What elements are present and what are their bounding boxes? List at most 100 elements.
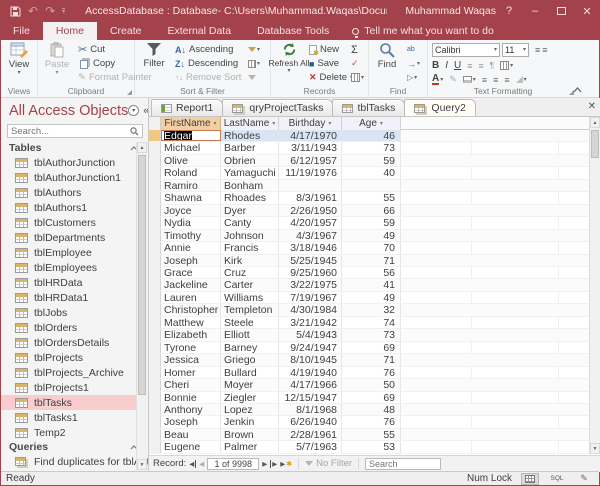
row-selector[interactable]: [149, 416, 161, 427]
cell-birthday[interactable]: 5/25/1945: [279, 255, 342, 266]
replace-button[interactable]: ab: [407, 43, 420, 56]
cell-birthday[interactable]: [279, 180, 342, 191]
row-selector[interactable]: [149, 180, 161, 191]
cell-age[interactable]: 49: [342, 292, 401, 303]
cell-birthday[interactable]: 3/11/1943: [279, 142, 342, 153]
cell-age[interactable]: [342, 180, 401, 191]
last-record-icon[interactable]: ▶: [270, 460, 277, 468]
indent-increase-icon[interactable]: ≡: [479, 61, 484, 71]
nav-scrollbar-thumb[interactable]: [138, 155, 146, 395]
row-selector[interactable]: [149, 217, 161, 228]
row-selector[interactable]: [149, 304, 161, 315]
first-record-icon[interactable]: ◀: [189, 460, 196, 468]
cell-age[interactable]: 74: [342, 317, 401, 328]
select-button[interactable]: ▷▾: [407, 71, 420, 84]
table-row[interactable]: Nydia Canty 4/20/1957 59: [149, 217, 589, 229]
bold-button[interactable]: B: [432, 60, 439, 71]
table-row[interactable]: Joyce Dyer 2/26/1950 66: [149, 205, 589, 217]
cell-firstname[interactable]: Edgar: [161, 130, 221, 141]
scroll-down-icon[interactable]: ▼: [590, 443, 600, 454]
cell-lastname[interactable]: Palmer: [221, 441, 279, 452]
previous-record-icon[interactable]: ◀: [199, 460, 204, 468]
background-color-button[interactable]: ▾: [463, 76, 476, 83]
nav-item[interactable]: tblCustomers: [1, 215, 137, 230]
cell-lastname[interactable]: Cruz: [221, 267, 279, 278]
cell-firstname[interactable]: Bonnie: [161, 392, 221, 403]
new-record-icon[interactable]: ▶✱: [280, 460, 292, 468]
document-tab[interactable]: Report1: [151, 99, 223, 116]
undo-icon[interactable]: ↶: [28, 5, 38, 17]
nav-section-queries[interactable]: Queries: [1, 440, 148, 454]
ribbon-tab[interactable]: File: [0, 22, 43, 40]
row-selector[interactable]: [149, 130, 161, 141]
cell-birthday[interactable]: 8/1/1968: [279, 404, 342, 415]
cell-lastname[interactable]: Griego: [221, 354, 279, 365]
cell-birthday[interactable]: 4/20/1957: [279, 217, 342, 228]
cell-lastname[interactable]: Templeton: [221, 304, 279, 315]
table-row[interactable]: Tyrone Barney 9/24/1947 69: [149, 342, 589, 354]
cell-firstname[interactable]: Timothy: [161, 230, 221, 241]
cell-firstname[interactable]: Annie: [161, 242, 221, 253]
cell-firstname[interactable]: Anthony: [161, 404, 221, 415]
scroll-down-icon[interactable]: ▼: [137, 459, 147, 470]
cell-lastname[interactable]: Rhodes: [221, 130, 279, 141]
row-selector[interactable]: [149, 255, 161, 266]
cell-lastname[interactable]: Kirk: [221, 255, 279, 266]
table-row[interactable]: Eugene Palmer 5/7/1963 53: [149, 441, 589, 453]
chevron-down-icon[interactable]: ▾: [328, 120, 331, 127]
row-selector[interactable]: [149, 279, 161, 290]
cell-birthday[interactable]: 11/19/1976: [279, 167, 342, 178]
cell-lastname[interactable]: Jenkin: [221, 416, 279, 427]
row-selector[interactable]: [149, 342, 161, 353]
table-row[interactable]: Michael Barber 3/11/1943 73: [149, 142, 589, 154]
cell-lastname[interactable]: Brown: [221, 429, 279, 440]
next-record-icon[interactable]: ▶: [262, 460, 267, 468]
cell-firstname[interactable]: Roland: [161, 167, 221, 178]
cell-birthday[interactable]: 2/28/1961: [279, 429, 342, 440]
nav-item[interactable]: tblJobs: [1, 305, 137, 320]
search-icon[interactable]: [130, 127, 139, 136]
highlighter-icon[interactable]: ✎: [449, 74, 457, 85]
cell-birthday[interactable]: 12/15/1947: [279, 392, 342, 403]
cell-lastname[interactable]: Dyer: [221, 205, 279, 216]
cell-firstname[interactable]: Nydia: [161, 217, 221, 228]
cell-firstname[interactable]: Cheri: [161, 379, 221, 390]
document-tab[interactable]: tblTasks: [332, 99, 405, 116]
text-direction-icon[interactable]: ¶: [490, 61, 494, 70]
nav-item[interactable]: tblEmployee: [1, 245, 137, 260]
cell-age[interactable]: 32: [342, 304, 401, 315]
row-selector[interactable]: [149, 379, 161, 390]
cell-birthday[interactable]: 4/17/1970: [279, 130, 342, 141]
design-view-button[interactable]: ✎: [575, 473, 593, 485]
table-row[interactable]: Annie Francis 3/18/1946 70: [149, 242, 589, 254]
remove-sort-button[interactable]: ↑↓Remove Sort: [175, 71, 241, 84]
close-icon[interactable]: ✕: [574, 0, 600, 22]
clipboard-dialog-launcher-icon[interactable]: [127, 90, 132, 95]
cell-age[interactable]: 55: [342, 429, 401, 440]
cell-birthday[interactable]: 5/4/1943: [279, 329, 342, 340]
cell-firstname[interactable]: Jessica: [161, 354, 221, 365]
datasheet-view-button[interactable]: [521, 473, 539, 485]
cell-lastname[interactable]: Johnson: [221, 230, 279, 241]
row-selector[interactable]: [149, 267, 161, 278]
table-row[interactable]: Shawna Rhoades 8/3/1961 55: [149, 192, 589, 204]
cell-birthday[interactable]: 4/19/1940: [279, 367, 342, 378]
ribbon-tab[interactable]: Create: [97, 22, 155, 40]
cell-lastname[interactable]: Obrien: [221, 155, 279, 166]
more-button[interactable]: ▾: [351, 71, 364, 84]
column-header-birthday[interactable]: Birthday▾: [279, 117, 342, 130]
numbered-list-icon[interactable]: ≡: [542, 45, 547, 55]
chevron-down-icon[interactable]: ▾: [272, 120, 275, 127]
cell-birthday[interactable]: 8/10/1945: [279, 354, 342, 365]
cell-firstname[interactable]: Homer: [161, 367, 221, 378]
document-tab[interactable]: qryProjectTasks: [222, 99, 333, 116]
cell-firstname[interactable]: Joseph: [161, 416, 221, 427]
cell-age[interactable]: 56: [342, 267, 401, 278]
table-row[interactable]: Joseph Kirk 5/25/1945 71: [149, 255, 589, 267]
datasheet-scrollbar[interactable]: ▲ ▼: [589, 117, 600, 454]
redo-icon[interactable]: ↷: [45, 5, 55, 17]
cell-lastname[interactable]: Lopez: [221, 404, 279, 415]
column-header-lastname[interactable]: LastName▾: [221, 117, 279, 130]
table-row[interactable]: Grace Cruz 9/25/1960 56: [149, 267, 589, 279]
view-button[interactable]: View ▾: [2, 42, 36, 75]
